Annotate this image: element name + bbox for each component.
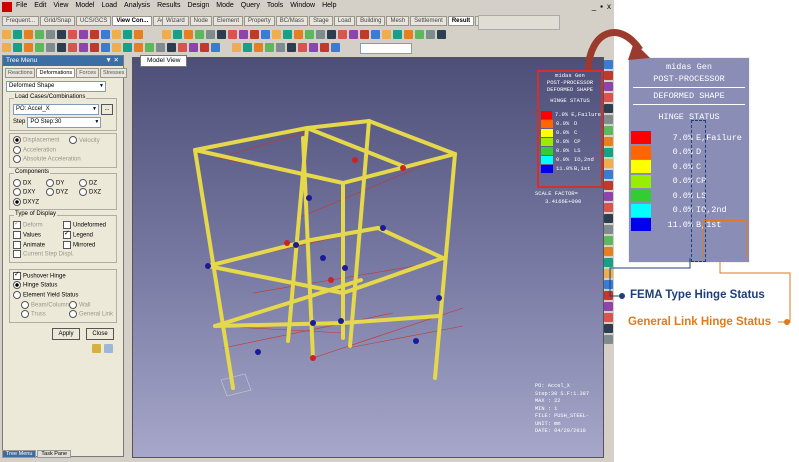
general-leader-dot	[784, 319, 790, 325]
annotation-overlay	[584, 29, 791, 325]
fema-leader-dot	[619, 293, 625, 299]
fema-callout-label: FEMA Type Hinge Status	[630, 289, 765, 301]
general-link-callout-label: General Link Hinge Status	[628, 316, 772, 328]
